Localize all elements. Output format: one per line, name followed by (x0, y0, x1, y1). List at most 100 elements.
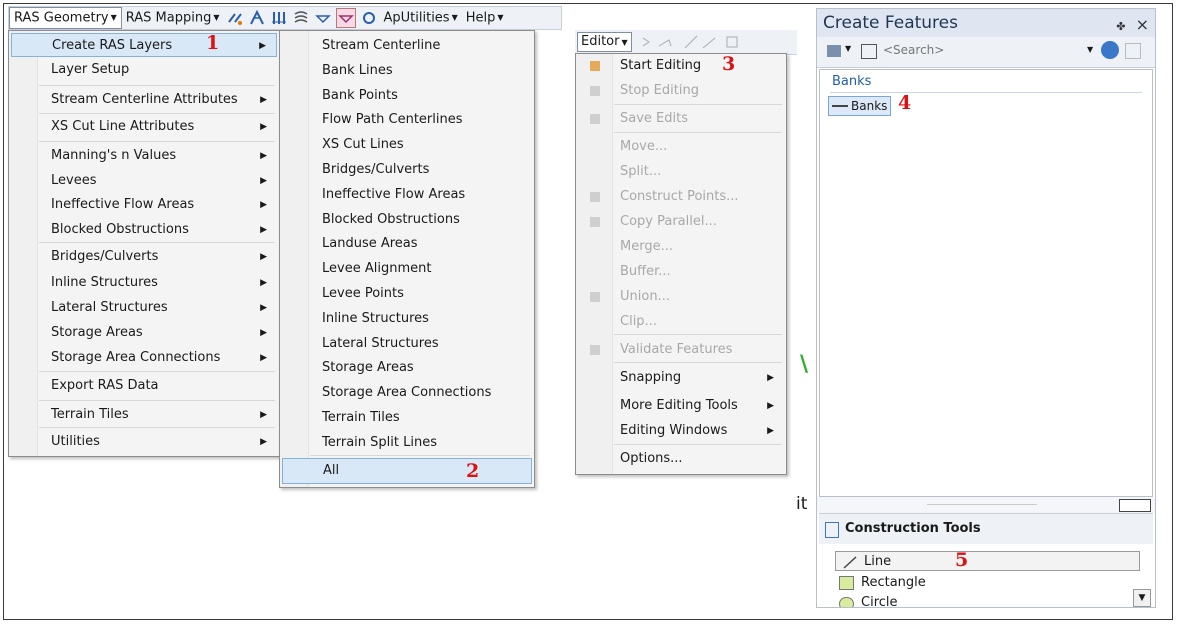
create-layer-all[interactable]: All (282, 458, 532, 484)
tool-rectangle[interactable]: Rectangle (833, 573, 926, 593)
editor-menu-item[interactable]: Buffer... (578, 260, 784, 284)
step-number-3: 3 (722, 53, 736, 75)
editor-menu-item[interactable]: Save Edits (578, 107, 784, 131)
construction-tools-icon (825, 522, 839, 538)
menu-item-label: Bank Lines (322, 62, 393, 78)
create-layer-item[interactable]: Ineffective Flow Areas (282, 183, 532, 207)
editor-menu-item[interactable]: Start Editing (578, 54, 784, 78)
ras-geometry-item[interactable]: Create RAS Layers ▶ (11, 33, 277, 57)
editor-menu-item[interactable]: Options... (578, 447, 784, 471)
create-layer-item[interactable]: Inline Structures (282, 307, 532, 331)
flow-paths-icon[interactable] (248, 9, 266, 27)
template-item-banks[interactable]: Banks (828, 96, 892, 116)
ras-geometry-item[interactable]: Layer Setup (11, 58, 277, 82)
step-number-5: 5 (955, 549, 969, 571)
template-group-header: Banks (832, 74, 872, 89)
editor-menu-item[interactable]: Move... (578, 135, 784, 159)
cross-sections-icon[interactable] (270, 9, 288, 27)
search-input[interactable]: <Search> (883, 43, 944, 57)
editor-menu-item[interactable]: More Editing Tools ▶ (578, 394, 784, 418)
layer-filter-icon[interactable] (861, 44, 877, 59)
clear-search-icon[interactable] (1125, 43, 1141, 59)
ras-geometry-item[interactable]: Stream Centerline Attributes ▶ (11, 88, 277, 112)
create-layer-item[interactable]: Levee Points (282, 282, 532, 306)
create-layer-item[interactable]: Levee Alignment (282, 257, 532, 281)
ras-geometry-item[interactable]: Blocked Obstructions ▶ (11, 218, 277, 242)
create-layer-item[interactable]: Storage Area Connections (282, 381, 532, 405)
menu-separator (614, 334, 782, 335)
ras-geometry-item[interactable]: Storage Area Connections ▶ (11, 346, 277, 370)
create-layer-item[interactable]: Terrain Split Lines (282, 431, 532, 455)
ras-geometry-item[interactable]: Export RAS Data (11, 374, 277, 398)
editor-menu-item[interactable]: Merge... (578, 235, 784, 259)
editor-menu-item[interactable]: Stop Editing (578, 79, 784, 103)
editor-menu-item[interactable]: Clip... (578, 310, 784, 334)
create-layer-item[interactable]: Storage Areas (282, 356, 532, 380)
ras-geometry-item[interactable]: Storage Areas ▶ (11, 321, 277, 345)
ras-toolbar: RAS Geometry ▼ RAS Mapping ▼ ApUtilities ▼ … (8, 6, 562, 30)
dropdown-arrow-icon: ▼ (213, 13, 220, 22)
tool-line[interactable]: Line (835, 551, 1140, 571)
create-layer-item[interactable]: XS Cut Lines (282, 133, 532, 157)
menu-item-label: Stream Centerline Attributes (51, 92, 238, 107)
editor-menu-item[interactable]: Split... (578, 160, 784, 184)
editor-menu-item[interactable]: Construct Points... (578, 185, 784, 209)
editor-menu-item[interactable]: Copy Parallel... (578, 210, 784, 234)
create-layer-item[interactable]: Stream Centerline (282, 34, 532, 58)
ras-geometry-item[interactable]: Lateral Structures ▶ (11, 296, 277, 320)
menu-item-label: Ineffective Flow Areas (322, 186, 466, 202)
create-layer-item[interactable]: Bank Lines (282, 59, 532, 83)
menu-item-label: Levees (51, 173, 97, 188)
menu-ras-geometry[interactable]: RAS Geometry ▼ (9, 7, 122, 29)
editor-menu-item[interactable]: Snapping ▶ (578, 366, 784, 390)
create-layer-item[interactable]: Bank Points (282, 84, 532, 108)
editor-menu-item[interactable]: Validate Features (578, 338, 784, 362)
create-layer-item[interactable]: Terrain Tiles (282, 406, 532, 430)
editor-menu-item[interactable]: Union... (578, 285, 784, 309)
editor-button[interactable]: Editor ▼ (577, 32, 632, 52)
close-icon[interactable]: × (1136, 15, 1149, 34)
levee-down-icon[interactable] (314, 9, 332, 27)
submenu-arrow-icon: ▶ (260, 151, 267, 161)
search-dropdown-icon[interactable]: ▼ (1087, 45, 1093, 54)
create-layer-item[interactable]: Landuse Areas (282, 232, 532, 256)
dropdown-arrow-icon[interactable]: ▼ (845, 44, 851, 53)
panel-splitter[interactable] (817, 497, 1155, 513)
editor-item-icon (590, 217, 600, 227)
background-text-it: it (796, 494, 808, 514)
editor-item-icon (590, 192, 600, 202)
search-icon[interactable] (1101, 41, 1119, 59)
step-number-1: 1 (206, 32, 220, 54)
menu-item-label: Create RAS Layers (52, 38, 173, 53)
ras-geometry-item[interactable]: Levees ▶ (11, 169, 277, 193)
editor-menu-item[interactable]: Editing Windows ▶ (578, 419, 784, 443)
create-layer-item[interactable]: Lateral Structures (282, 332, 532, 356)
create-layer-item[interactable]: Flow Path Centerlines (282, 108, 532, 132)
ras-geometry-item[interactable]: Manning's n Values ▶ (11, 144, 277, 168)
create-layer-item[interactable]: Blocked Obstructions (282, 208, 532, 232)
levee-selected-icon[interactable] (335, 8, 356, 28)
create-layer-item[interactable]: Bridges/Culverts (282, 158, 532, 182)
template-list: Banks Banks 4 (819, 69, 1153, 497)
menu-help[interactable]: Help ▼ (462, 8, 508, 28)
organize-templates-icon[interactable] (827, 45, 841, 57)
dropdown-arrow-icon: ▼ (497, 13, 504, 22)
submenu-arrow-icon: ▶ (260, 225, 267, 235)
refresh-icon[interactable] (360, 9, 378, 27)
bank-lines-icon[interactable] (226, 9, 244, 27)
tool-circle[interactable]: Circle (833, 593, 898, 607)
scroll-down-icon[interactable]: ▼ (1133, 589, 1151, 607)
menu-item-label: Storage Area Connections (322, 385, 492, 401)
menu-ras-mapping[interactable]: RAS Mapping ▼ (122, 8, 224, 28)
ras-geometry-item[interactable]: XS Cut Line Attributes ▶ (11, 115, 277, 139)
ras-geometry-item[interactable]: Ineffective Flow Areas ▶ (11, 193, 277, 217)
ras-geometry-item[interactable]: Bridges/Culverts ▶ (11, 245, 277, 269)
ras-geometry-item[interactable]: Terrain Tiles ▶ (11, 403, 277, 427)
ras-geometry-item[interactable]: Utilities ▶ (11, 430, 277, 454)
storage-icon[interactable] (292, 9, 310, 27)
menu-aputilities[interactable]: ApUtilities ▼ (380, 8, 462, 28)
menu-item-label: Manning's n Values (51, 148, 177, 163)
view-toggle-icon[interactable] (1119, 499, 1151, 512)
ras-geometry-item[interactable]: Inline Structures ▶ (11, 271, 277, 295)
pin-icon[interactable]: ✤ (1116, 20, 1125, 33)
